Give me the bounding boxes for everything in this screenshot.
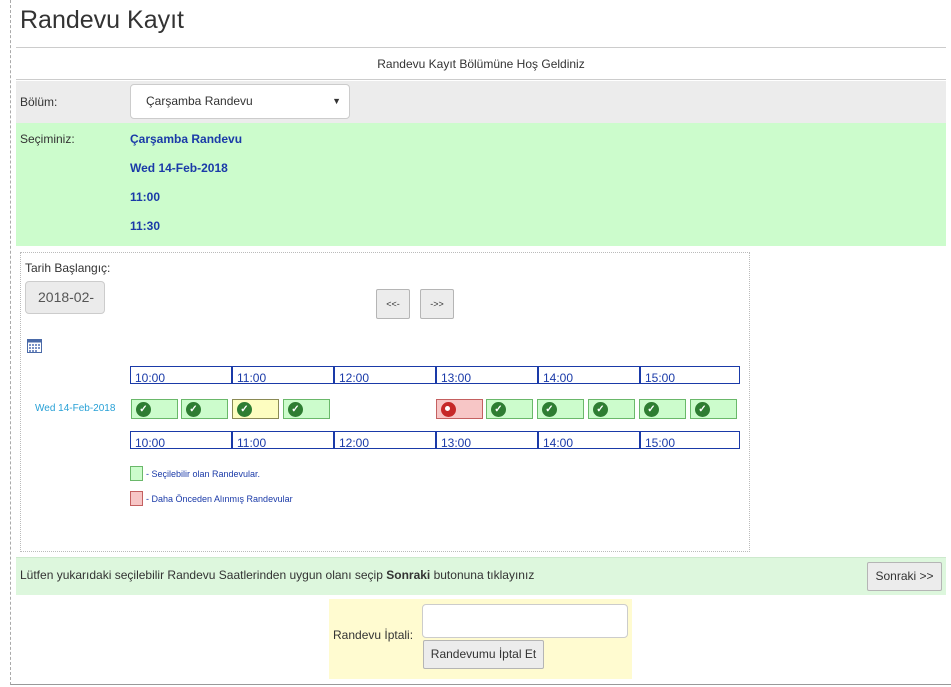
selection-department: Çarşamba Randevu [130,132,243,146]
check-icon: ✓ [288,402,303,417]
time-slot[interactable]: ✓ [588,399,635,419]
check-icon: ✓ [491,402,506,417]
instruction-row: Lütfen yukarıdaki seçilebilir Randevu Sa… [16,557,946,595]
hour-header-bottom[interactable]: 10:00 [130,431,232,449]
hour-header-top[interactable]: 15:00 [640,366,740,384]
cancel-appointment-button[interactable]: Randevumu İptal Et [423,640,544,669]
date-start-input[interactable]: 2018-02- [25,281,105,314]
legend-taken-text: - Daha Önceden Alınmış Randevular [146,494,293,504]
next-week-button[interactable]: ->> [420,289,454,319]
page-title: Randevu Kayıt [20,6,184,34]
selection-label: Seçiminiz: [20,132,75,146]
hour-header-top[interactable]: 11:00 [232,366,334,384]
hour-header-top[interactable]: 12:00 [334,366,436,384]
check-icon: ✓ [186,402,201,417]
hour-header-bottom[interactable]: 13:00 [436,431,538,449]
time-slot-taken [436,399,483,419]
time-slot[interactable]: ✓ [639,399,686,419]
prev-week-button[interactable]: <<- [376,289,410,319]
hour-header-top[interactable]: 13:00 [436,366,538,384]
chevron-down-icon: ▼ [332,96,341,106]
calendar-icon[interactable] [27,339,42,353]
time-slot-selected[interactable]: ✓ [232,399,279,419]
time-slot[interactable]: ✓ [486,399,533,419]
cancel-label: Randevu İptali: [333,628,414,642]
legend-available-swatch [130,466,143,481]
check-icon: ✓ [237,402,252,417]
hour-header-bottom[interactable]: 11:00 [232,431,334,449]
slot-row-date: Wed 14-Feb-2018 [35,403,116,414]
check-icon: ✓ [593,402,608,417]
selection-start-time: 11:00 [130,190,161,204]
time-slot[interactable]: ✓ [283,399,330,419]
bolum-label: Bölüm: [20,95,58,109]
check-icon: ✓ [136,402,151,417]
check-icon: ✓ [695,402,710,417]
legend-taken-swatch [130,491,143,506]
welcome-text: Randevu Kayıt Bölümüne Hoş Geldiniz [16,48,946,80]
legend-available-text: - Seçilebilir olan Randevular. [146,469,261,479]
bolum-select-value: Çarşamba Randevu [146,94,253,108]
hour-header-top[interactable]: 14:00 [538,366,640,384]
bolum-row: Bölüm: Çarşamba Randevu ▼ [16,81,946,123]
time-slot[interactable]: ✓ [181,399,228,419]
selection-date: Wed 14-Feb-2018 [130,161,228,175]
instruction-text: Lütfen yukarıdaki seçilebilir Randevu Sa… [20,568,535,582]
date-start-label: Tarih Başlangıç: [25,261,111,275]
cancel-code-input[interactable] [422,604,628,638]
next-button[interactable]: Sonraki >> [867,562,942,591]
hour-header-bottom[interactable]: 12:00 [334,431,436,449]
selection-end-time: 11:30 [130,219,161,233]
hour-header-bottom[interactable]: 14:00 [538,431,640,449]
time-slot[interactable]: ✓ [537,399,584,419]
bolum-select[interactable]: Çarşamba Randevu ▼ [130,84,350,119]
check-icon: ✓ [542,402,557,417]
time-slot[interactable]: ✓ [690,399,737,419]
hour-header-bottom[interactable]: 15:00 [640,431,740,449]
hour-header-top[interactable]: 10:00 [130,366,232,384]
check-icon: ✓ [644,402,659,417]
taken-icon [441,402,456,417]
time-slot[interactable]: ✓ [131,399,178,419]
selection-summary: Seçiminiz: Çarşamba Randevu Wed 14-Feb-2… [16,123,946,246]
